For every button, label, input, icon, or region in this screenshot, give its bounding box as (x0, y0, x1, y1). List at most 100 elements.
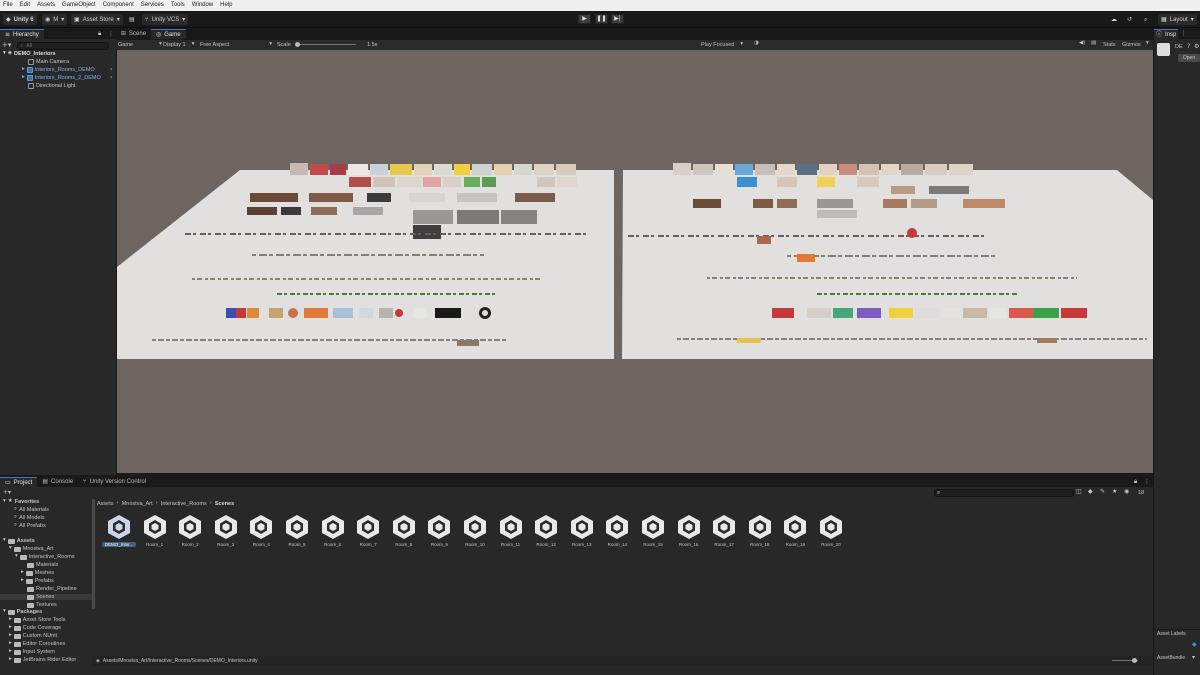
game-mode-dropdown[interactable]: Game ▾ (118, 41, 162, 49)
menu-assets[interactable]: Assets (37, 0, 55, 11)
cloud-button[interactable]: ☁ (1108, 14, 1120, 25)
packages-header[interactable]: ▾ Packages (3, 609, 42, 615)
tree-item-textures[interactable]: Textures (27, 602, 57, 608)
favorites-header[interactable]: ▾ ★ Favorites (3, 499, 39, 505)
menu-tools[interactable]: Tools (171, 0, 185, 11)
cloud-diff-button[interactable]: ▤ (126, 14, 138, 25)
asset-tile[interactable]: Room_7 (351, 514, 385, 547)
asset-tile[interactable]: Room_2 (173, 514, 207, 547)
more-options-icon[interactable]: ⋮ (108, 31, 114, 37)
stats-button[interactable]: Stats (1103, 42, 1116, 48)
asset-tile[interactable]: Room_13 (565, 514, 599, 547)
search-button[interactable]: ⌕ (1141, 14, 1150, 25)
scale-slider-track[interactable] (296, 44, 356, 45)
asset-store-dropdown[interactable]: ▣ Asset Store ▾ (71, 14, 123, 25)
tree-item-materials[interactable]: Materials (27, 562, 58, 568)
favorite-all-models[interactable]: ⌕ All Models (14, 515, 44, 521)
help-icon[interactable]: ? (1187, 44, 1190, 50)
breadcrumb-item[interactable]: Mnostva_Art (122, 501, 153, 507)
unity-account-button[interactable]: ◆ Unity 6 (3, 14, 37, 25)
save-search-icon[interactable]: ✎ (1100, 489, 1105, 495)
menu-services[interactable]: Services (141, 0, 164, 11)
tab-inspector[interactable]: ⓘ Insp (1154, 29, 1179, 39)
hierarchy-item-interiors-rooms-demo[interactable]: ▸ Interiors_Rooms_DEMO (22, 67, 95, 73)
tree-item-prefabs[interactable]: ▸ Prefabs (21, 578, 54, 584)
open-button[interactable]: Open (1178, 54, 1200, 62)
asset-tile[interactable]: Room_16 (672, 514, 706, 547)
create-asset-icon[interactable]: +▾ (3, 490, 11, 496)
asset-tile[interactable]: Room_9 (422, 514, 456, 547)
lock-icon[interactable]: 🔒︎ (1134, 479, 1137, 485)
asset-tile[interactable]: Room_19 (778, 514, 812, 547)
hierarchy-item-directional-light[interactable]: Directional Light (28, 83, 75, 89)
more-options-icon[interactable]: ⋮ (1180, 31, 1186, 37)
tree-scrollbar[interactable] (92, 499, 95, 609)
menu-component[interactable]: Component (103, 0, 134, 11)
vcs-dropdown[interactable]: ⑂ Unity VCS ▾ (142, 14, 189, 25)
asset-tile[interactable]: Room_12 (529, 514, 563, 547)
breadcrumb-item[interactable]: Scenes (215, 501, 234, 507)
menu-help[interactable]: Help (220, 0, 232, 11)
package-item[interactable]: ▸ Editor Coroutines (9, 641, 65, 647)
asset-tile-selected[interactable]: DEMO_Inter... (102, 514, 136, 547)
pause-button[interactable]: ❚❚ (595, 14, 608, 24)
package-item[interactable]: ▸ Code Coverage (9, 625, 61, 631)
tab-project[interactable]: ▭ Project (0, 477, 38, 487)
asset-tile[interactable]: Room_18 (743, 514, 777, 547)
assets-header[interactable]: ▾ Assets (3, 538, 35, 544)
tree-item-meshes[interactable]: ▸ Meshes (21, 570, 54, 576)
package-item[interactable]: ▸ JetBrains Rider Editor (9, 657, 76, 663)
search-by-label-icon[interactable]: ◆ (1088, 489, 1093, 495)
layout-dropdown[interactable]: ▦ Layout ▾ (1158, 14, 1197, 25)
breadcrumb-item[interactable]: Assets (97, 501, 114, 507)
prefab-open-arrow-icon[interactable]: › (110, 75, 112, 81)
lock-icon[interactable]: 🔒︎ (98, 31, 101, 37)
breadcrumb-item[interactable]: Interactive_Rooms (161, 501, 207, 507)
tab-hierarchy[interactable]: ≡ Hierarchy (0, 29, 44, 39)
play-focused-dropdown[interactable]: Play Focused ▾ (701, 41, 743, 49)
icon-size-slider-handle[interactable] (1132, 658, 1137, 663)
eye-icon[interactable]: ◉ (1124, 489, 1129, 495)
undo-history-button[interactable]: ↺ (1124, 14, 1135, 25)
asset-tile[interactable]: Room_3 (209, 514, 243, 547)
search-by-type-icon[interactable]: ◫ (1076, 489, 1082, 495)
label-tag-icon[interactable]: ◆ (1192, 642, 1197, 648)
tab-scene[interactable]: ⊞ Scene (116, 29, 151, 39)
hierarchy-item-interiors-rooms-2-demo[interactable]: ▸ Interiors_Rooms_2_DEMO (22, 75, 101, 81)
package-item[interactable]: ▸ Asset Store Tools (9, 617, 65, 623)
asset-tile[interactable]: Room_15 (636, 514, 670, 547)
play-button[interactable]: ▶ (578, 14, 591, 24)
asset-tile[interactable]: Room_5 (280, 514, 314, 547)
hierarchy-search-input[interactable]: ⌕ All (17, 41, 110, 50)
tree-item-mnostva-art[interactable]: ▾ Mnostva_Art (9, 546, 54, 552)
tab-console[interactable]: ▤ Console (37, 477, 78, 487)
tree-item-render-pipeline[interactable]: Render_Pipeline (27, 586, 77, 592)
asset-tile[interactable]: Room_10 (458, 514, 492, 547)
tab-version-control[interactable]: ⑂ Unity Version Control (78, 477, 151, 487)
prefab-open-arrow-icon[interactable]: › (110, 67, 112, 73)
display-dropdown[interactable]: Display 1 ▾ (163, 41, 194, 49)
menu-window[interactable]: Window (192, 0, 213, 11)
chevron-down-icon[interactable]: ▾ (1146, 40, 1149, 47)
scale-slider-handle[interactable] (295, 42, 300, 47)
menu-edit[interactable]: Edit (20, 0, 30, 11)
tab-game[interactable]: ◎ Game (151, 29, 186, 39)
graphics-icon[interactable]: ▤ (1091, 40, 1096, 47)
hierarchy-scene-root[interactable]: ▾ ◈ DEMO_Interiors (3, 51, 56, 57)
settings-icon[interactable]: ⚙ (1194, 44, 1199, 50)
project-search-input[interactable]: ⌕ (934, 489, 1074, 497)
asset-tile[interactable]: Room_20 (814, 514, 848, 547)
asset-tile[interactable]: Room_8 (387, 514, 421, 547)
asset-tile[interactable]: Room_11 (494, 514, 528, 547)
menu-gameobject[interactable]: GameObject (62, 0, 96, 11)
tree-item-interactive-rooms[interactable]: ▾ Interactive_Rooms (15, 554, 75, 560)
package-item[interactable]: ▸ Input System (9, 649, 55, 655)
asset-tile[interactable]: Room_17 (707, 514, 741, 547)
asset-tile[interactable]: Room_6 (316, 514, 350, 547)
step-button[interactable]: ▶| (611, 14, 624, 24)
more-options-icon[interactable]: ⋮ (1144, 479, 1150, 485)
asset-tile[interactable]: Room_1 (138, 514, 172, 547)
favorite-all-prefabs[interactable]: ⌕ All Prefabs (14, 523, 46, 529)
asset-tile[interactable]: Room_14 (600, 514, 634, 547)
mute-audio-icon[interactable]: ◑ (754, 40, 759, 47)
